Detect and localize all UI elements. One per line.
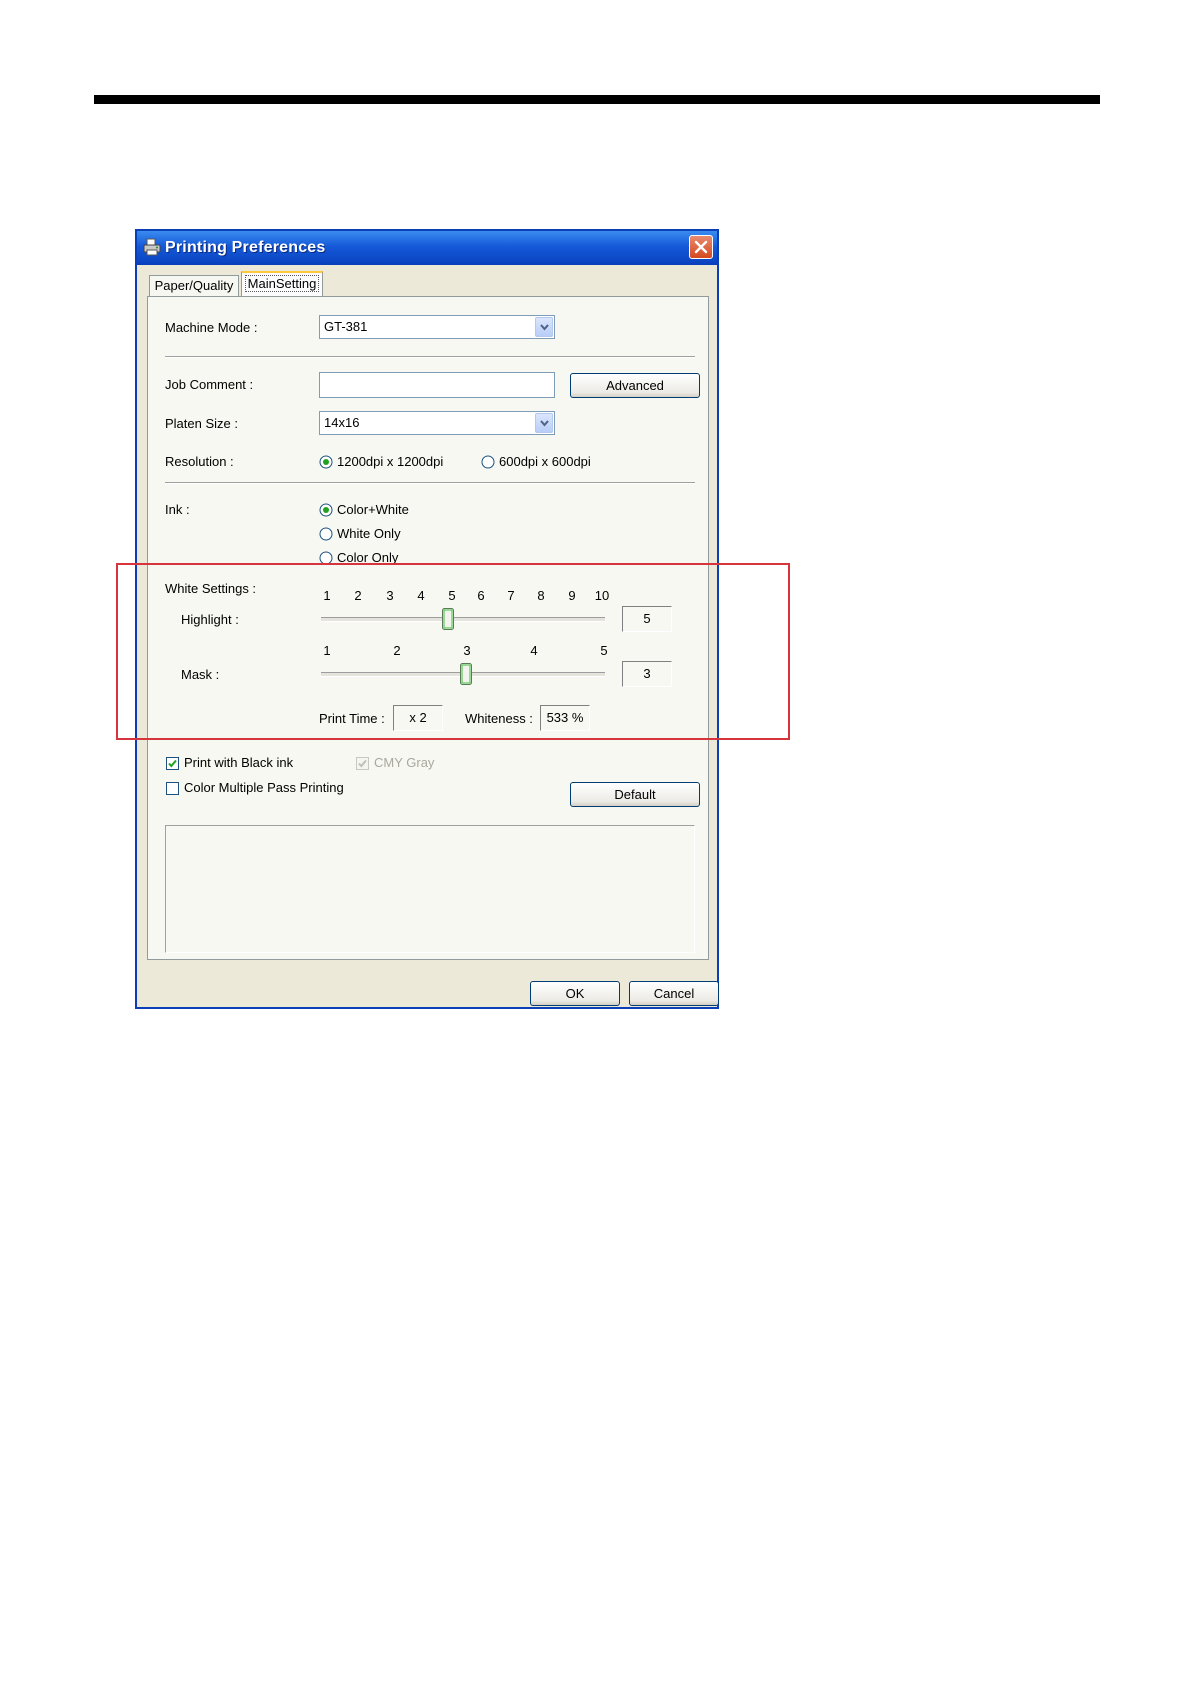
- window-title: Printing Preferences: [165, 239, 326, 256]
- advanced-button[interactable]: Advanced: [570, 373, 700, 398]
- close-button[interactable]: [689, 235, 713, 259]
- print-black-label[interactable]: Print with Black ink: [184, 755, 293, 770]
- page-header-rule: [94, 95, 1100, 104]
- machine-mode-value: GT-381: [324, 319, 368, 334]
- dropdown-button[interactable]: [535, 413, 553, 433]
- platen-size-select[interactable]: 14x16: [319, 411, 555, 435]
- job-comment-input[interactable]: [319, 372, 555, 398]
- ink-label: Ink :: [165, 502, 190, 517]
- tab-paper-quality[interactable]: Paper/Quality: [149, 275, 239, 297]
- cmy-gray-checkbox: [356, 757, 369, 770]
- separator: [165, 356, 695, 358]
- dropdown-button[interactable]: [535, 317, 553, 337]
- tab-label: MainSetting: [244, 275, 320, 292]
- printer-icon: [143, 238, 161, 256]
- machine-mode-label: Machine Mode :: [165, 320, 258, 335]
- resolution-1200-label[interactable]: 1200dpi x 1200dpi: [337, 454, 443, 469]
- tab-label: Paper/Quality: [154, 278, 234, 293]
- job-comment-label: Job Comment :: [165, 377, 254, 392]
- ink-color-white-radio[interactable]: [319, 503, 333, 517]
- resolution-600-label[interactable]: 600dpi x 600dpi: [499, 454, 591, 469]
- resolution-1200-radio[interactable]: [319, 455, 333, 469]
- cmy-gray-label: CMY Gray: [374, 755, 435, 770]
- close-icon: [694, 240, 708, 254]
- machine-mode-select[interactable]: GT-381: [319, 315, 555, 339]
- platen-size-label: Platen Size :: [165, 416, 238, 431]
- chevron-down-icon: [540, 324, 549, 331]
- separator: [165, 482, 695, 484]
- resolution-label: Resolution :: [165, 454, 234, 469]
- ink-color-white-label[interactable]: Color+White: [337, 502, 409, 517]
- ok-button[interactable]: OK: [530, 981, 620, 1006]
- info-area: [165, 825, 695, 953]
- highlight-frame: [116, 563, 790, 740]
- platen-size-value: 14x16: [324, 415, 360, 430]
- default-button[interactable]: Default: [570, 782, 700, 807]
- multi-pass-checkbox[interactable]: [166, 782, 179, 795]
- print-black-checkbox[interactable]: [166, 757, 179, 770]
- resolution-600-radio[interactable]: [481, 455, 495, 469]
- tab-main-setting[interactable]: MainSetting: [241, 271, 323, 297]
- chevron-down-icon: [540, 420, 549, 427]
- cancel-button[interactable]: Cancel: [629, 981, 719, 1006]
- multi-pass-label[interactable]: Color Multiple Pass Printing: [184, 780, 344, 795]
- ink-white-only-label[interactable]: White Only: [337, 526, 401, 541]
- title-bar[interactable]: Printing Preferences: [137, 231, 717, 265]
- ink-white-only-radio[interactable]: [319, 527, 333, 541]
